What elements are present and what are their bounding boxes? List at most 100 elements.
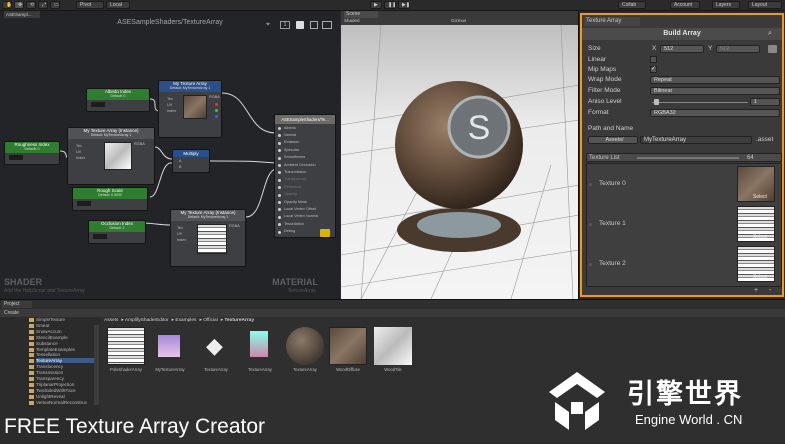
output-port-dot[interactable]: [278, 127, 281, 130]
breadcrumb-item[interactable]: AmplifyShaderEditor: [125, 318, 169, 323]
breadcrumb-item[interactable]: Examples: [175, 318, 196, 323]
port-rgba[interactable]: RGBA: [134, 142, 145, 146]
folder-item[interactable]: Substance: [36, 341, 58, 346]
port-index[interactable]: Index: [167, 109, 176, 113]
size-x-field[interactable]: 512: [660, 45, 704, 53]
output-port-dot[interactable]: [278, 141, 281, 145]
aniso-slider[interactable]: [652, 102, 748, 103]
asset-thumb[interactable]: [329, 327, 367, 365]
port-uv[interactable]: UV: [76, 150, 81, 154]
format-dropdown[interactable]: RGBA32: [650, 109, 780, 117]
port-index[interactable]: Index: [177, 238, 186, 242]
output-port-dot[interactable]: [278, 156, 281, 160]
asset-thumb[interactable]: [240, 327, 278, 365]
output-port-dot[interactable]: [278, 201, 281, 204]
breadcrumb-item[interactable]: Official: [203, 318, 218, 323]
output-port-dot[interactable]: [278, 134, 281, 138]
select-button[interactable]: Select: [753, 274, 767, 280]
play-button[interactable]: ▶: [370, 1, 382, 9]
project-tab[interactable]: Project: [2, 301, 32, 308]
aniso-field[interactable]: 1: [750, 98, 780, 106]
asset-thumb[interactable]: [107, 327, 145, 365]
port-tex[interactable]: Tex: [167, 97, 173, 101]
port-tex[interactable]: Tex: [177, 226, 183, 230]
step-button[interactable]: ▶❚: [398, 1, 410, 9]
asset-label[interactable]: MyTextureArray: [148, 367, 192, 372]
port-tex[interactable]: Tex: [76, 144, 82, 148]
filter-dropdown[interactable]: Bilinear: [650, 87, 780, 95]
move-tool-icon[interactable]: ✥: [14, 1, 24, 9]
folder-item[interactable]: TriplanarProjection: [36, 382, 74, 387]
search-icon[interactable]: ⌕: [768, 30, 772, 38]
port-r[interactable]: [215, 103, 218, 106]
texture-list-header[interactable]: Texture List 64: [586, 153, 782, 162]
value-field[interactable]: [77, 201, 91, 206]
folder-item[interactable]: Smear: [36, 323, 50, 328]
select-button[interactable]: Select: [753, 194, 767, 200]
folder-item[interactable]: SimpleTexture: [36, 317, 65, 322]
rough-scale-node[interactable]: Rough Scale Default: 0.5000: [72, 187, 148, 211]
output-port-dot[interactable]: [278, 215, 281, 219]
folder-item[interactable]: Tessellation: [36, 352, 60, 357]
asset-label[interactable]: TextureArray: [194, 367, 238, 372]
output-port-dot[interactable]: [278, 164, 281, 167]
tree-scrollbar[interactable]: [94, 325, 99, 405]
output-port-dot[interactable]: [278, 149, 281, 153]
output-port-dot[interactable]: [278, 223, 281, 227]
port-uv[interactable]: UV: [177, 232, 182, 236]
list-size-slider[interactable]: [637, 157, 739, 159]
rect-tool-icon[interactable]: ▭: [50, 1, 60, 9]
texture-array-instance2-node[interactable]: My Texture Array (Instance) Default: MyTe…: [170, 209, 246, 267]
lock-ratio-icon[interactable]: [768, 45, 777, 53]
folder-item[interactable]: TextureArray: [36, 358, 94, 364]
asset-label[interactable]: PoleShaderArray: [104, 367, 148, 372]
output-port-dot[interactable]: [278, 186, 281, 190]
port-index[interactable]: Index: [76, 156, 85, 160]
create-dropdown[interactable]: Create: [4, 309, 19, 317]
output-port-dot[interactable]: [278, 230, 281, 234]
output-port-dot[interactable]: [278, 208, 281, 212]
port-rgba[interactable]: RGBA: [209, 95, 220, 99]
asset-thumb[interactable]: [374, 327, 412, 365]
folder-item[interactable]: StencilExample: [36, 335, 68, 340]
drag-handle-icon[interactable]: ≡: [589, 182, 592, 188]
asset-label[interactable]: TextureArray: [238, 367, 282, 372]
port-uv[interactable]: UV: [167, 103, 172, 107]
lock-icon[interactable]: [320, 229, 330, 237]
multiply-node[interactable]: Multiply A B: [172, 149, 210, 173]
shading-dropdown[interactable]: Shaded: [344, 18, 370, 24]
value-field[interactable]: [93, 234, 107, 239]
value-field[interactable]: [91, 102, 105, 107]
asset-label[interactable]: WoodTile: [371, 367, 415, 372]
folder-item[interactable]: TwoSidedWithFace: [36, 388, 76, 393]
wrap-dropdown[interactable]: Repeat: [650, 76, 780, 84]
asset-thumb[interactable]: [286, 327, 324, 365]
output-port-dot[interactable]: [278, 193, 281, 197]
folder-item[interactable]: SnowAccum: [36, 329, 62, 334]
texture-array-instance-node[interactable]: My Texture Array (Instance) Default: MyTe…: [67, 127, 155, 185]
size-y-field[interactable]: 512: [716, 45, 760, 53]
port-b[interactable]: B: [179, 165, 182, 169]
port-g[interactable]: [215, 109, 218, 112]
texture-array-node[interactable]: My Texture Array Default: MyTextureArray …: [158, 80, 222, 138]
remove-texture-button[interactable]: -: [764, 287, 776, 295]
breadcrumb-item[interactable]: Assets: [104, 318, 118, 323]
shader-graph-panel[interactable]: ASESampl... ASESampleShaders/TextureArra…: [0, 11, 340, 299]
inspector-tab[interactable]: Texture Array: [584, 17, 640, 26]
gizmos-dropdown[interactable]: Gizmos: [451, 18, 481, 24]
hand-tool-icon[interactable]: ✋: [2, 1, 12, 9]
scale-tool-icon[interactable]: ⤢: [38, 1, 48, 9]
roughness-index-node[interactable]: Roughness Index Default: 0: [4, 141, 60, 165]
asset-thumb[interactable]: [150, 327, 188, 365]
folder-item[interactable]: TemplateExamples: [36, 347, 75, 352]
folder-item[interactable]: Transmission: [36, 370, 63, 375]
account-dropdown[interactable]: Account: [670, 1, 700, 9]
output-port-dot[interactable]: [278, 171, 281, 175]
linear-checkbox[interactable]: [650, 56, 657, 63]
breadcrumb-item[interactable]: TextureArray: [225, 318, 255, 323]
local-toggle[interactable]: Local: [106, 1, 130, 9]
drag-handle-icon[interactable]: ≡: [589, 222, 592, 228]
pivot-toggle[interactable]: Pivot: [76, 1, 104, 9]
rotate-tool-icon[interactable]: ⟲: [26, 1, 36, 9]
aniso-slider-handle[interactable]: [654, 99, 659, 105]
